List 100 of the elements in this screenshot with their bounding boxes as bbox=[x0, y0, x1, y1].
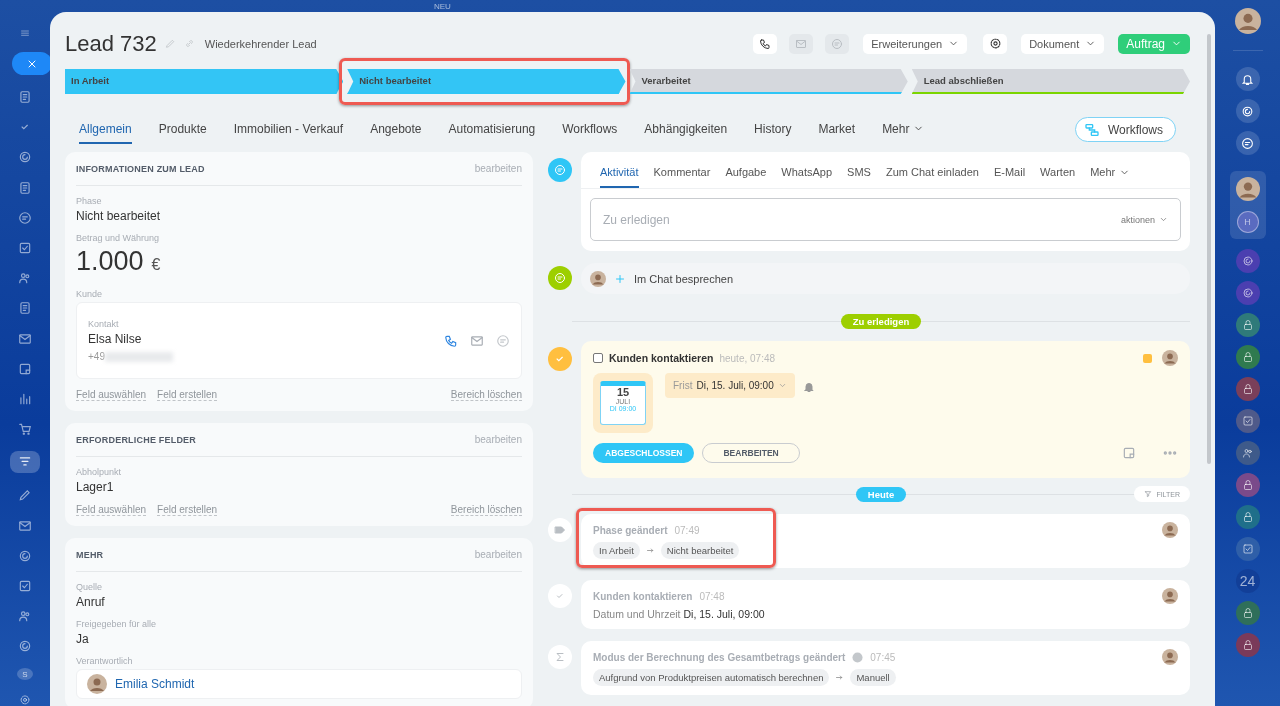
tab[interactable]: Angebote bbox=[370, 121, 422, 144]
avatar bbox=[87, 674, 107, 694]
avatar bbox=[1235, 177, 1260, 201]
deadline-selector[interactable]: Frist Di, 15. Juli, 09:00 bbox=[665, 373, 795, 398]
contact-name[interactable]: Elsa Nilse bbox=[88, 332, 444, 346]
tab[interactable]: Produkte bbox=[158, 121, 207, 144]
todo-divider: Zu erledigen bbox=[840, 313, 922, 329]
task-time: heute, 07:48 bbox=[719, 352, 776, 364]
lead-subtitle: Wiederkehrender Lead bbox=[204, 37, 317, 50]
edit-icon bbox=[18, 488, 32, 503]
scrollbar[interactable] bbox=[1207, 34, 1211, 464]
stage-step[interactable]: Nicht bearbeitet bbox=[347, 69, 626, 94]
tab[interactable]: Abhängigkeiten bbox=[644, 121, 728, 144]
counter-badge[interactable]: 24 bbox=[1235, 569, 1260, 593]
actions-menu[interactable]: aktionen bbox=[1120, 214, 1168, 225]
activity-tab[interactable]: E-Mail bbox=[993, 166, 1026, 188]
settings-icon bbox=[988, 37, 1002, 50]
deadline-label: Frist bbox=[673, 380, 693, 391]
field-label: Verantwortlich bbox=[76, 656, 134, 666]
plus-icon bbox=[614, 272, 626, 285]
page-title: Lead 732 bbox=[65, 30, 157, 57]
contact-type: Kontakt bbox=[88, 319, 120, 329]
more-tab[interactable]: Mehr bbox=[1090, 166, 1131, 188]
task-checkbox[interactable] bbox=[593, 353, 603, 363]
avatar bbox=[1162, 522, 1178, 538]
more-tab[interactable]: Mehr bbox=[882, 121, 925, 144]
new-value: Nicht bearbeitet bbox=[660, 542, 740, 559]
activity-tab[interactable]: Aktivität bbox=[600, 166, 639, 188]
caret-icon bbox=[777, 381, 787, 390]
activity-tab[interactable]: SMS bbox=[847, 166, 871, 188]
caret-icon bbox=[1159, 215, 1168, 224]
tab[interactable]: History bbox=[754, 121, 792, 144]
avatar bbox=[590, 270, 606, 287]
stage-step[interactable]: Verarbeitet bbox=[629, 69, 908, 94]
activity-tab[interactable]: Zum Chat einladen bbox=[885, 166, 979, 188]
currency: € bbox=[151, 256, 161, 274]
cart-icon bbox=[18, 422, 32, 437]
chat-icon bbox=[1241, 136, 1254, 150]
tab[interactable]: Immobilien - Verkauf bbox=[233, 121, 344, 144]
phone-number: +49 bbox=[88, 351, 105, 362]
field-label: Betrag und Währung bbox=[76, 233, 161, 243]
history-title: Modus der Berechnung des Gesamtbetrags geändert bbox=[593, 651, 846, 663]
new-label: NEU bbox=[434, 2, 451, 11]
history-time: 07:48 bbox=[699, 590, 725, 602]
field-value: Anruf bbox=[76, 595, 106, 609]
task-icon bbox=[1241, 415, 1254, 427]
avatar bbox=[1234, 8, 1261, 34]
sigma-icon bbox=[554, 651, 566, 663]
person-link[interactable]: Emilia Schmidt bbox=[115, 677, 195, 691]
phone-button[interactable] bbox=[753, 33, 778, 54]
note-icon bbox=[1122, 446, 1136, 460]
chat-row[interactable]: Im Chat besprechen bbox=[581, 263, 1190, 294]
field-label: Quelle bbox=[76, 582, 103, 592]
link-icon bbox=[183, 38, 195, 49]
avatar bbox=[1162, 350, 1178, 366]
task-icon bbox=[1241, 543, 1254, 555]
new-value: Manuell bbox=[850, 669, 896, 686]
calendar-day: 15 bbox=[616, 386, 630, 399]
old-value: In Arbeit bbox=[593, 542, 640, 559]
swirl-icon bbox=[1241, 287, 1254, 299]
tab[interactable]: Market bbox=[818, 121, 856, 144]
close-button[interactable] bbox=[12, 52, 52, 75]
old-value: Aufgrund von Produktpreisen automatisch berechnen bbox=[593, 669, 830, 686]
chat-icon bbox=[496, 333, 510, 348]
lock-icon bbox=[1241, 319, 1254, 331]
field-label: Freigegeben für alle bbox=[76, 619, 158, 629]
phone-icon bbox=[759, 37, 772, 50]
document-icon bbox=[18, 301, 32, 316]
tab[interactable]: Allgemein bbox=[79, 121, 132, 144]
extensions-button[interactable]: Erweiterungen bbox=[863, 33, 968, 54]
arrow-icon bbox=[645, 546, 655, 555]
settings-button[interactable] bbox=[983, 33, 1008, 54]
activity-tab[interactable]: Aufgabe bbox=[725, 166, 767, 188]
lock-icon bbox=[1241, 639, 1254, 651]
todo-input[interactable]: Zu erledigen aktionen bbox=[590, 198, 1181, 241]
activity-tab[interactable]: Kommentar bbox=[653, 166, 711, 188]
activity-tab[interactable]: Warten bbox=[1040, 166, 1076, 188]
field-label: Phase bbox=[76, 196, 103, 206]
flag-icon bbox=[1143, 353, 1152, 363]
card-title: ERFORDERLICHE FELDER bbox=[76, 434, 196, 445]
workflows-button[interactable]: Workflows bbox=[1074, 117, 1176, 142]
tab[interactable]: Automatisierung bbox=[448, 121, 536, 144]
bell-icon bbox=[802, 381, 815, 393]
stage-step[interactable]: Lead abschließen bbox=[911, 69, 1190, 94]
card-title: INFORMATIONEN ZUM LEAD bbox=[76, 163, 205, 174]
people-icon bbox=[18, 271, 32, 286]
activity-tab[interactable]: WhatsApp bbox=[781, 166, 833, 188]
mail-icon bbox=[470, 333, 484, 348]
bell-icon bbox=[1241, 72, 1254, 86]
filter-icon bbox=[1144, 490, 1153, 498]
chart-icon bbox=[18, 391, 32, 406]
field-value: Lager1 bbox=[76, 480, 115, 494]
document-button[interactable]: Dokument bbox=[1021, 33, 1105, 54]
tab[interactable]: Workflows bbox=[562, 121, 618, 144]
lock-icon bbox=[1241, 351, 1254, 363]
history-detail: Datum und Uhrzeit Di, 15. Juli, 09:00 bbox=[593, 608, 765, 620]
task-title: Kunden kontaktieren bbox=[609, 352, 714, 364]
document-icon bbox=[18, 180, 32, 195]
chat-icon bbox=[831, 37, 844, 50]
phone-icon bbox=[444, 333, 458, 348]
